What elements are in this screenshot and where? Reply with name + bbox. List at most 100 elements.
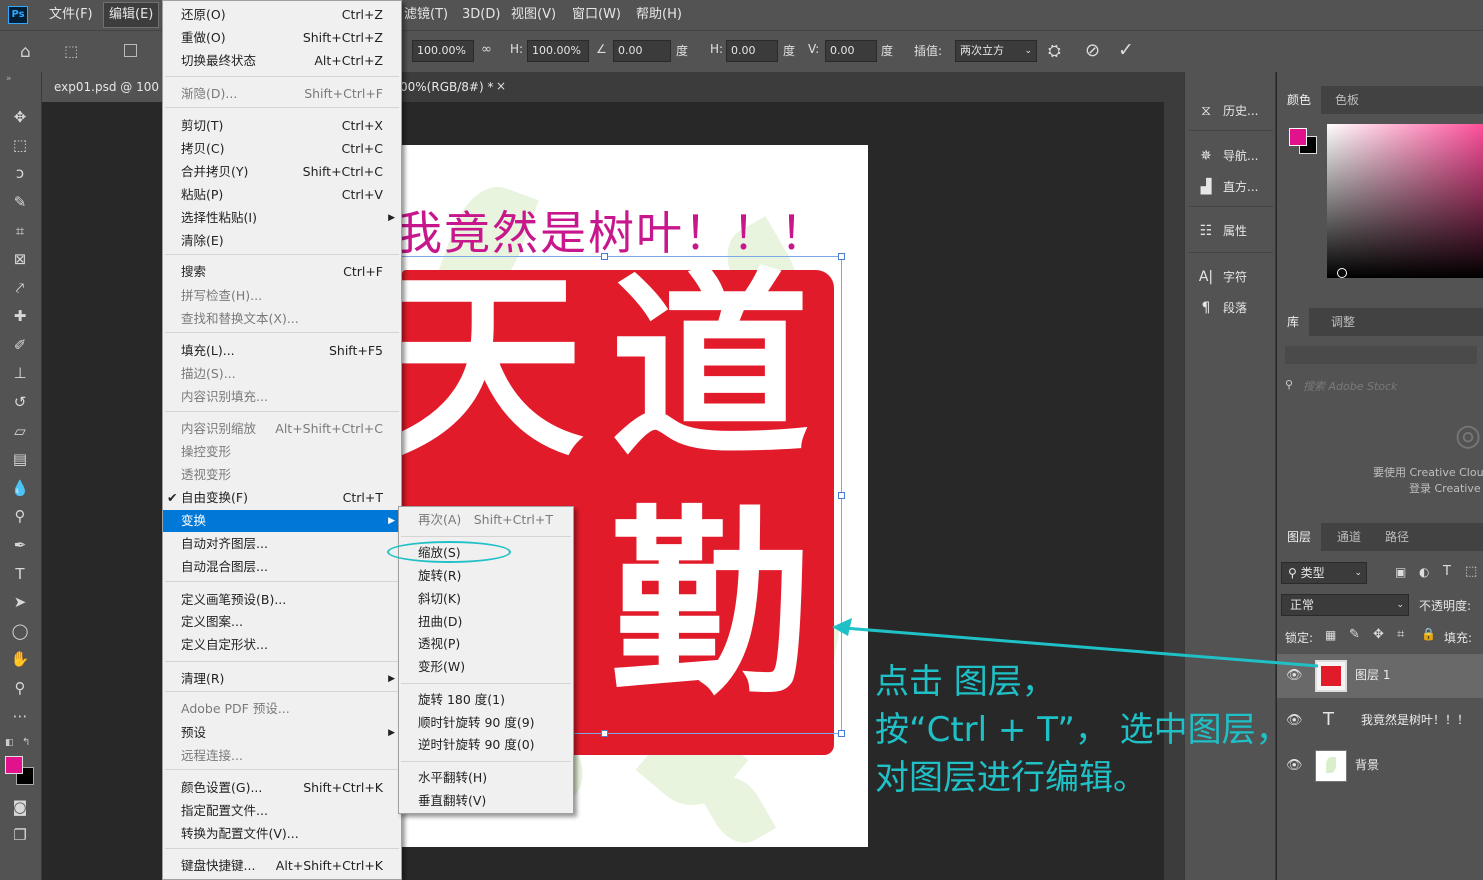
panel-foreground-swatch[interactable] (1289, 128, 1307, 146)
dodge-tool-icon[interactable]: ⚲ (9, 505, 31, 527)
tab-color[interactable]: 颜色 (1277, 86, 1322, 114)
filter-shape-icon[interactable]: ⬚ (1465, 564, 1477, 579)
edit-menu-item[interactable]: 自动对齐图层... (163, 533, 401, 555)
edit-menu-item[interactable]: 拷贝(C) Ctrl+C (163, 138, 401, 160)
layer-filter-select[interactable]: ⚲ 类型 ⌄ (1281, 562, 1367, 584)
edit-menu-item[interactable]: 拼写检查(H)... (163, 285, 401, 307)
cc-signin-link[interactable]: 登录 Creative (1409, 480, 1481, 496)
filter-adjustment-icon[interactable]: ◐ (1419, 565, 1429, 579)
edit-menu-item[interactable]: 远程连接... (163, 745, 401, 767)
lock-all-icon[interactable]: 🔒 (1421, 627, 1436, 641)
transform-menu-item[interactable]: 斜切(K) (399, 588, 573, 610)
transform-handle-top-right[interactable] (838, 253, 845, 260)
edit-menu-item[interactable]: 变换 ▶ (163, 510, 401, 532)
tab-library[interactable]: 库 (1277, 308, 1310, 336)
edit-menu-item[interactable]: 颜色设置(G)... Shift+Ctrl+K (163, 777, 401, 799)
warp-mode-icon[interactable]: ⛭ (1048, 41, 1061, 61)
path-select-tool-icon[interactable]: ➤ (9, 591, 31, 613)
transform-menu-item[interactable]: 旋转(R) (399, 565, 573, 587)
transform-menu-item[interactable]: 旋转 180 度(1) (399, 689, 573, 711)
edit-menu-item[interactable]: 定义图案... (163, 611, 401, 633)
menu-edit[interactable]: 编辑(E) (103, 2, 160, 28)
more-tools-icon[interactable]: ⋯ (9, 705, 31, 727)
transform-menu-item[interactable]: 透视(P) (399, 633, 573, 655)
edit-menu-item[interactable]: Adobe PDF 预设... (163, 698, 401, 720)
blur-tool-icon[interactable]: 💧 (9, 477, 31, 499)
cancel-transform-icon[interactable]: ⊘ (1085, 40, 1100, 61)
width-percent-input[interactable]: 100.00% (412, 40, 474, 62)
character-panel-button[interactable]: A| 字符 (1195, 266, 1247, 288)
reference-checkbox[interactable] (124, 44, 137, 57)
collapse-toolbar-icon[interactable]: » (6, 74, 12, 84)
transform-menu-item[interactable]: 顺时针旋转 90 度(9) (399, 712, 573, 734)
interpolation-select[interactable]: 两次立方 ⌄ (955, 40, 1037, 62)
rotate-angle-input[interactable]: 0.00 (613, 40, 671, 62)
transform-handle-bottom[interactable] (601, 730, 608, 737)
reference-point-icon[interactable]: ⬚ (64, 42, 78, 60)
link-icon[interactable]: ∞ (481, 42, 492, 57)
edit-menu-item[interactable]: 指定配置文件... (163, 800, 401, 822)
menu-filter[interactable]: 滤镜(T) (399, 0, 453, 30)
gradient-tool-icon[interactable]: ▤ (9, 448, 31, 470)
frame-tool-icon[interactable]: ⊠ (9, 248, 31, 270)
edit-menu-item[interactable]: 查找和替换文本(X)... (163, 308, 401, 330)
pen-tool-icon[interactable]: ✒ (9, 534, 31, 556)
edit-menu-item[interactable]: 还原(O) Ctrl+Z (163, 4, 401, 26)
tab-current-doc[interactable]: 00%(RGB/8#) * (398, 72, 493, 102)
ellipse-tool-icon[interactable]: ◯ (9, 620, 31, 642)
filter-type-icon[interactable]: T (1443, 564, 1451, 579)
default-colors-icon[interactable]: ◧ (5, 738, 14, 748)
menu-file[interactable]: 文件(F) (44, 0, 98, 30)
transform-menu-item[interactable]: 垂直翻转(V) (399, 790, 573, 812)
crop-tool-icon[interactable]: ⌗ (9, 220, 31, 242)
blend-mode-select[interactable]: 正常 ⌄ (1281, 594, 1409, 616)
stamp-tool-icon[interactable]: ⊥ (9, 362, 31, 384)
edit-menu-item[interactable]: 填充(L)... Shift+F5 (163, 340, 401, 362)
layer-name[interactable]: 我竟然是树叶！！！ (1361, 711, 1469, 728)
lock-artboard-icon[interactable]: ⌗ (1397, 627, 1404, 642)
navigator-panel-button[interactable]: ✵ 导航... (1195, 145, 1258, 167)
edit-menu-item[interactable]: 内容识别缩放 Alt+Shift+Ctrl+C (163, 418, 401, 440)
edit-menu-item[interactable]: 切换最终状态 Alt+Ctrl+Z (163, 50, 401, 72)
layer-name[interactable]: 图层 1 (1355, 666, 1390, 683)
properties-panel-button[interactable]: ☷ 属性 (1195, 220, 1247, 242)
edit-menu-item[interactable]: 自由变换(F) Ctrl+T ✔ (163, 487, 401, 509)
brush-tool-icon[interactable]: ✐ (9, 334, 31, 356)
transform-menu-item[interactable]: 变形(W) (399, 656, 573, 678)
history-brush-tool-icon[interactable]: ↺ (9, 391, 31, 413)
transform-handle-top[interactable] (601, 253, 608, 260)
screen-mode-icon[interactable]: ❐ (9, 824, 31, 846)
hskew-input[interactable]: 0.00 (726, 40, 778, 62)
zoom-tool-icon[interactable]: ⚲ (9, 677, 31, 699)
transform-menu-item[interactable]: 再次(A) Shift+Ctrl+T (399, 509, 573, 531)
tab-adjustments[interactable]: 调整 (1321, 308, 1365, 336)
quick-mask-icon[interactable]: ◙ (9, 796, 31, 818)
edit-menu-item[interactable]: 描边(S)... (163, 363, 401, 385)
tab-channels[interactable]: 通道 (1327, 523, 1371, 551)
swap-colors-icon[interactable]: ↰ (22, 737, 30, 748)
healing-brush-tool-icon[interactable]: ✚ (9, 305, 31, 327)
lock-position-icon[interactable]: ✥ (1373, 627, 1384, 642)
hand-tool-icon[interactable]: ✋ (9, 648, 31, 670)
history-panel-button[interactable]: ⧖ 历史... (1195, 100, 1258, 122)
edit-menu-item[interactable]: 转换为配置文件(V)... (163, 823, 401, 845)
home-icon[interactable]: ⌂ (20, 42, 31, 62)
lock-image-icon[interactable]: ✎ (1349, 627, 1360, 642)
edit-menu-item[interactable]: 剪切(T) Ctrl+X (163, 115, 401, 137)
menu-help[interactable]: 帮助(H) (631, 0, 687, 30)
edit-menu-item[interactable]: 键盘快捷键... Alt+Shift+Ctrl+K (163, 855, 401, 877)
edit-menu-item[interactable]: 定义自定形状... (163, 634, 401, 656)
eyedropper-tool-icon[interactable]: ⤤ (9, 277, 31, 299)
tab-exp01[interactable]: exp01.psd @ 100 (42, 72, 162, 102)
menu-view[interactable]: 视图(V) (506, 0, 561, 30)
menu-window[interactable]: 窗口(W) (567, 0, 626, 30)
edit-menu-item[interactable]: 搜索 Ctrl+F (163, 261, 401, 283)
color-picker-cursor[interactable] (1337, 268, 1347, 278)
close-tab-icon[interactable]: × (496, 79, 506, 93)
edit-menu-item[interactable]: 重做(O) Shift+Ctrl+Z (163, 27, 401, 49)
transform-menu-item[interactable]: 逆时针旋转 90 度(0) (399, 734, 573, 756)
edit-menu-item[interactable]: 选择性粘贴(I) ▶ (163, 207, 401, 229)
edit-menu-item[interactable]: 清理(R) ▶ (163, 668, 401, 690)
edit-menu-item[interactable]: 粘贴(P) Ctrl+V (163, 184, 401, 206)
edit-menu-item[interactable]: 内容识别填充... (163, 386, 401, 408)
